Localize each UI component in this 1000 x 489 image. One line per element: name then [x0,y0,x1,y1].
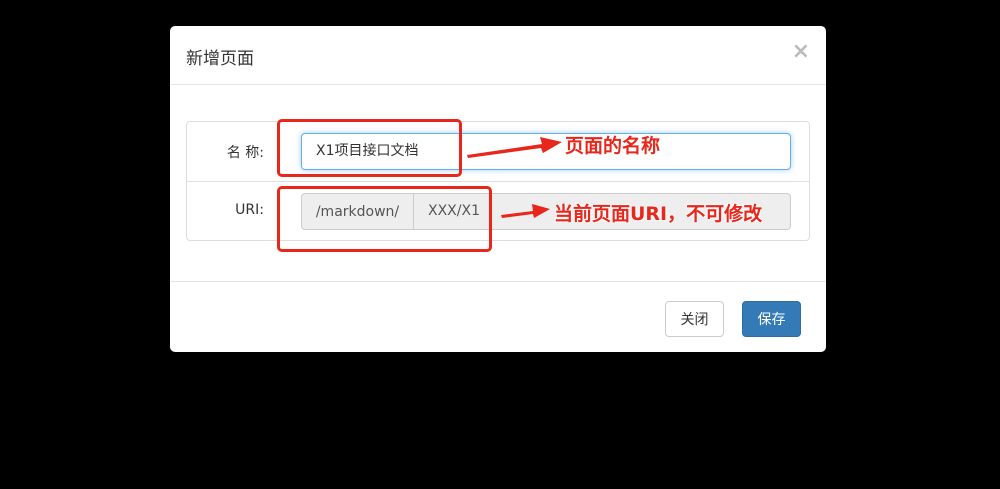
dialog-header: 新增页面 × [170,26,826,85]
uri-annotation: 当前页面URI，不可修改 [554,203,763,225]
uri-label: URI: [235,202,264,218]
name-highlight-box [277,119,462,177]
uri-highlight-box [277,186,492,252]
dialog-title: 新增页面 [186,49,254,69]
dialog-footer: 关闭 保存 [170,281,826,352]
dialog-body: 名 称: X1项目接口文档 URI: /markdown/ XXX/X1 页面的… [170,85,826,281]
name-label: 名 称: [226,145,264,161]
save-button[interactable]: 保存 [742,301,801,337]
close-button[interactable]: 关闭 [665,301,724,337]
close-icon[interactable]: × [792,41,810,63]
name-annotation: 页面的名称 [565,135,661,157]
add-page-dialog: 新增页面 × 名 称: X1项目接口文档 URI: /markdown/ XXX… [170,26,826,352]
